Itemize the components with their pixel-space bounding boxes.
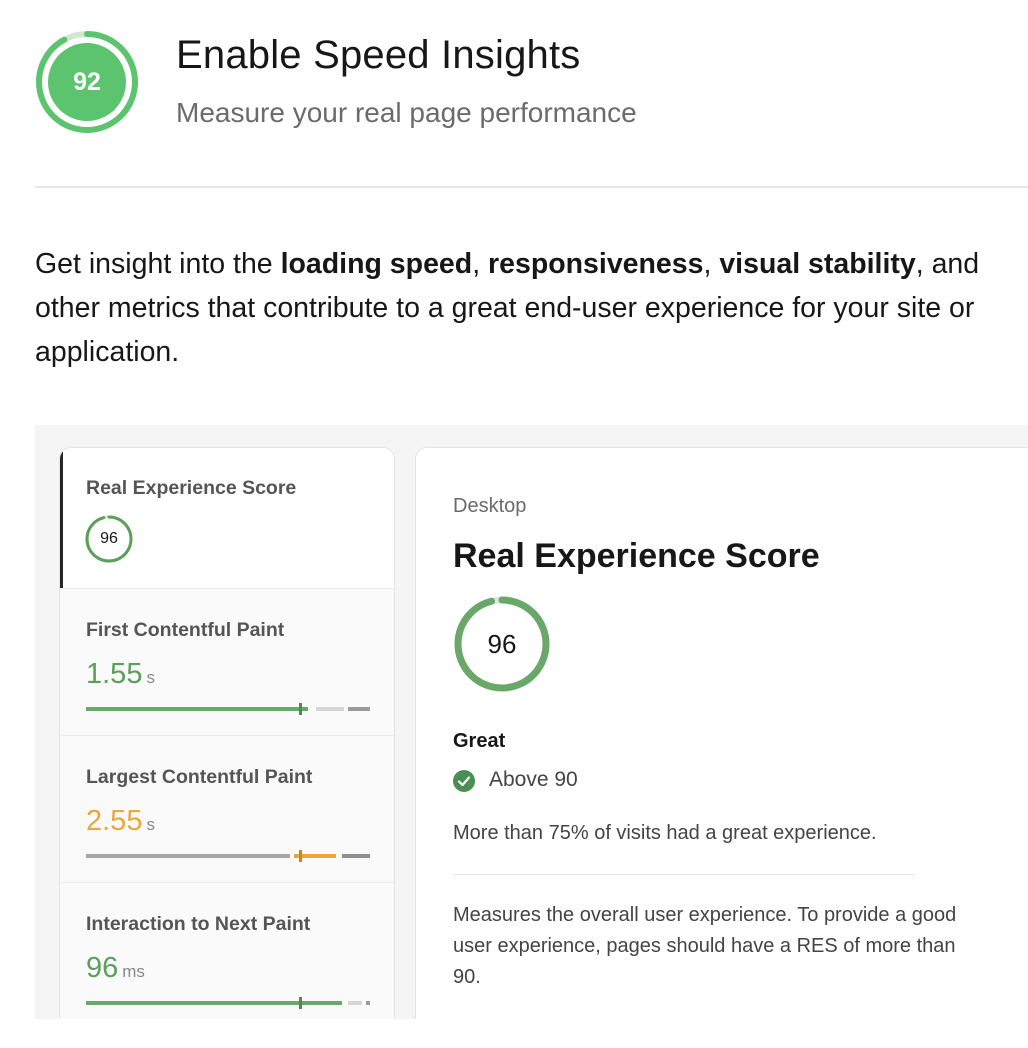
status-heading: Great <box>453 730 506 752</box>
score-value: 92 <box>73 67 101 96</box>
detail-score-ring: 96 <box>452 594 552 694</box>
metrics-sidebar: Real Experience Score 96 First Contentfu… <box>59 447 395 1019</box>
metric-first-contentful-paint[interactable]: First Contentful Paint 1.55 s <box>60 589 394 736</box>
metric-description: Measures the overall user experience. To… <box>453 904 957 988</box>
speed-insights-preview: Real Experience Score 96 First Contentfu… <box>35 425 1028 1019</box>
divider <box>453 874 915 875</box>
score-ring: 92 <box>34 29 140 135</box>
active-indicator <box>60 448 63 588</box>
metric-real-experience-score[interactable]: Real Experience Score 96 <box>60 448 394 589</box>
metric-marker <box>299 850 302 862</box>
loading-speed-highlight: loading speed <box>280 248 473 280</box>
device-label: Desktop <box>453 495 527 517</box>
experience-note: More than 75% of visits had a great expe… <box>453 822 877 844</box>
page-subtitle: Measure your real page performance <box>176 97 637 128</box>
metric-value: 2.55 s <box>86 805 155 837</box>
metric-value: 1.55 s <box>86 658 155 690</box>
small-score-value: 96 <box>100 530 118 547</box>
metric-largest-contentful-paint[interactable]: Largest Contentful Paint 2.55 s <box>60 736 394 883</box>
threshold-text: Above 90 <box>489 768 578 791</box>
metric-label: Largest Contentful Paint <box>86 766 313 788</box>
detail-title: Real Experience Score <box>453 537 820 575</box>
visual-stability-highlight: visual stability <box>719 248 916 280</box>
metric-detail-panel: Desktop Real Experience Score 96 Great A… <box>415 447 1028 1019</box>
small-score-ring: 96 <box>84 514 134 564</box>
check-circle-icon <box>453 770 475 792</box>
metric-label: Interaction to Next Paint <box>86 913 311 935</box>
metric-marker <box>299 703 302 715</box>
responsiveness-highlight: responsiveness <box>488 248 704 280</box>
intro-paragraph: Get insight into the loading speed, resp… <box>35 248 980 368</box>
metric-interaction-to-next-paint[interactable]: Interaction to Next Paint 96 ms <box>60 883 394 1019</box>
detail-score-value: 96 <box>487 628 517 659</box>
metric-label: First Contentful Paint <box>86 619 285 641</box>
divider <box>35 186 1028 188</box>
metric-value: 96 ms <box>86 952 145 984</box>
metric-label: Real Experience Score <box>86 477 297 499</box>
metric-marker <box>299 997 302 1009</box>
page-title: Enable Speed Insights <box>176 33 581 77</box>
